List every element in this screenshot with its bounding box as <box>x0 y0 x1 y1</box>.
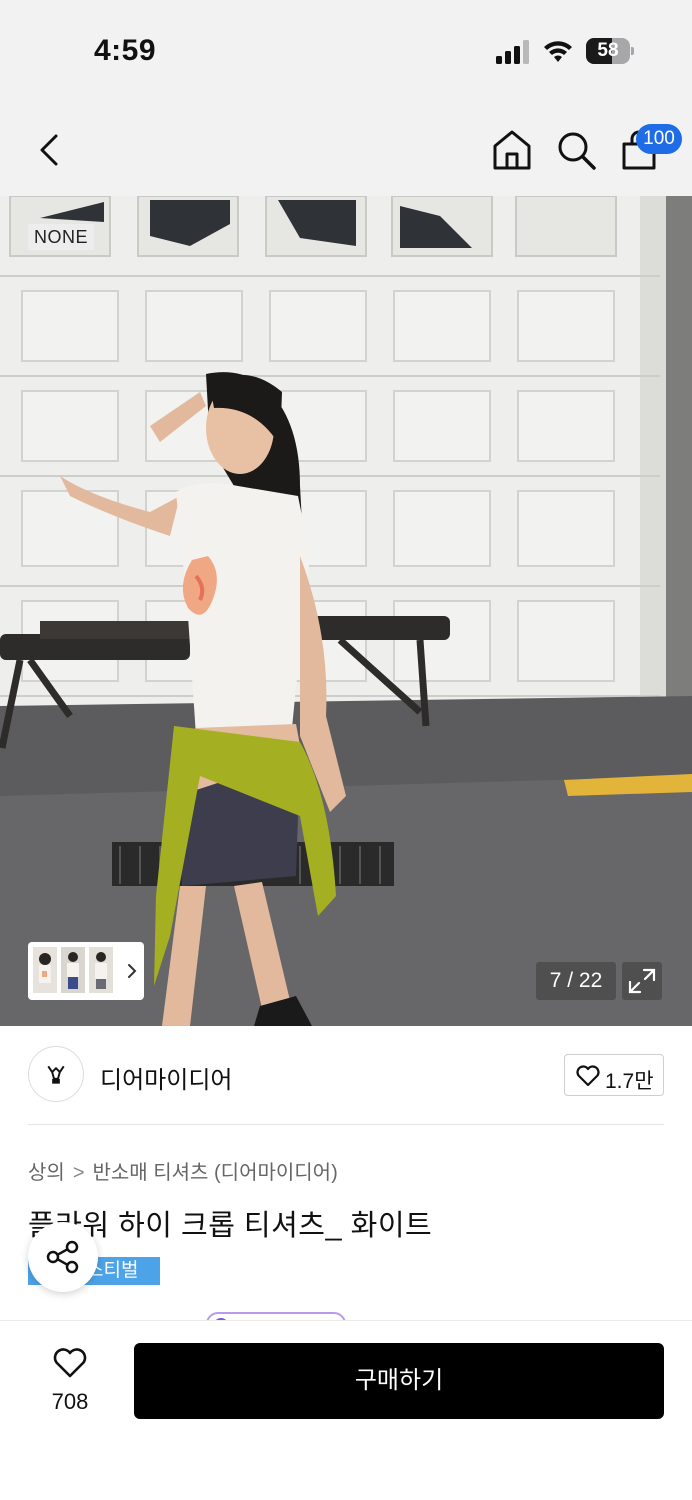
brand-like-button[interactable]: 1.7만 <box>564 1054 664 1096</box>
image-counter: 7 / 22 <box>536 962 616 1000</box>
status-time: 4:59 <box>94 34 157 67</box>
breadcrumb-item-category[interactable]: 상의 <box>28 1162 65 1184</box>
product-image-carousel[interactable]: NONE 7 / 22 <box>0 196 692 1026</box>
wifi-icon <box>544 41 572 62</box>
heart-outline-icon <box>53 1348 87 1378</box>
battery-body: 58 <box>586 38 630 64</box>
cellular-signal-icon <box>496 40 529 64</box>
thumbnail-strip[interactable] <box>28 942 144 1000</box>
brand-logo[interactable] <box>28 1046 84 1102</box>
product-photo <box>0 196 692 1026</box>
bottom-action-bar: 708 구매하기 <box>0 1320 692 1500</box>
breadcrumb-separator: > <box>72 1162 85 1184</box>
brand-tag-label: NONE <box>28 224 95 250</box>
section-divider <box>28 1124 664 1125</box>
buy-button[interactable]: 구매하기 <box>134 1343 664 1419</box>
breadcrumb-item-subcategory[interactable]: 반소매 티셔츠 (디어마이디어) <box>93 1162 338 1184</box>
cart-count-badge[interactable]: 100 <box>636 124 682 154</box>
wishlist-count: 708 <box>51 1389 89 1414</box>
share-button[interactable] <box>28 1222 98 1292</box>
battery-tip <box>631 47 634 55</box>
brand-like-count: 1.7만 <box>605 1070 654 1093</box>
heart-outline-icon <box>576 1065 600 1087</box>
expand-arrows-icon[interactable] <box>622 962 662 1000</box>
brand-name[interactable]: 디어마이디어 <box>100 1060 232 1095</box>
thumbnail-image[interactable] <box>33 947 57 993</box>
status-bar: 4:59 58 <box>0 0 692 100</box>
wishlist-button[interactable]: 708 <box>30 1343 110 1423</box>
thumbnail-image[interactable] <box>89 947 113 993</box>
share-icon <box>46 1240 79 1274</box>
breadcrumb: 상의 > 반소매 티셔츠 (디어마이디어) <box>28 1156 338 1185</box>
search-icon[interactable] <box>554 128 598 172</box>
product-detail-page: 4:59 58 100 NONE 7 / 22 디어마이디어 1.7만 상의 >… <box>0 0 692 1500</box>
home-icon[interactable] <box>490 128 534 172</box>
chevron-right-icon <box>128 964 137 978</box>
thumbnail-image[interactable] <box>61 947 85 993</box>
chevron-left-icon[interactable] <box>30 128 70 172</box>
top-nav-bar: 100 <box>0 100 692 196</box>
battery-level: 58 <box>597 40 619 61</box>
battery-icon: 58 <box>586 38 634 64</box>
brand-row[interactable]: 디어마이디어 1.7만 <box>0 1026 692 1126</box>
